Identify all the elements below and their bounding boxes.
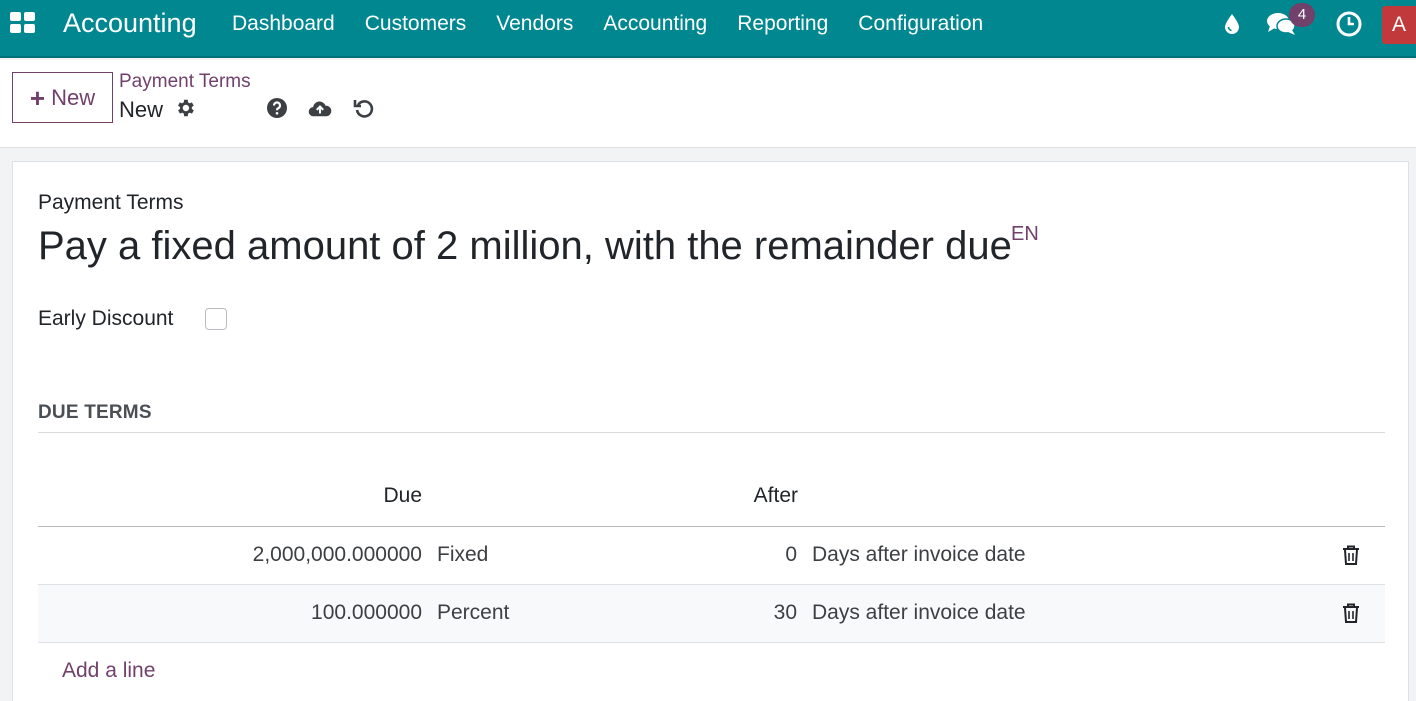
trash-icon[interactable] (1341, 544, 1363, 568)
menu-item-vendors[interactable]: Vendors (496, 12, 573, 36)
trash-icon[interactable] (1341, 602, 1363, 626)
column-header-due[interactable]: Due (368, 484, 422, 508)
discard-icon[interactable] (352, 96, 376, 120)
after-delay-cell[interactable]: Days after invoice date (812, 601, 1026, 625)
due-type-cell[interactable]: Fixed (437, 543, 488, 567)
section-divider (38, 432, 1385, 433)
language-button[interactable]: EN (1011, 223, 1039, 246)
control-panel: + New Payment Terms New (0, 60, 1416, 148)
user-avatar[interactable]: A (1382, 6, 1416, 44)
menu-item-accounting[interactable]: Accounting (603, 12, 707, 36)
breadcrumb-parent[interactable]: Payment Terms (119, 71, 251, 93)
menu-item-configuration[interactable]: Configuration (858, 12, 983, 36)
new-button-label: New (51, 84, 96, 110)
top-navbar: Accounting Dashboard Customers Vendors A… (0, 0, 1416, 58)
plus-icon: + (29, 82, 46, 113)
main-menu: Dashboard Customers Vendors Accounting R… (232, 12, 1013, 36)
menu-item-customers[interactable]: Customers (365, 12, 467, 36)
payment-terms-name-value: Pay a fixed amount of 2 million, with th… (38, 224, 1013, 268)
breadcrumb-current: New (119, 97, 164, 122)
after-delay-cell[interactable]: Days after invoice date (812, 543, 1026, 567)
payment-terms-name-field[interactable]: Pay a fixed amount of 2 million, with th… (38, 218, 1013, 274)
new-button[interactable]: + New (12, 72, 113, 123)
help-icon[interactable] (265, 96, 289, 120)
cloud-upload-icon[interactable] (308, 96, 332, 120)
payment-terms-label: Payment Terms (38, 191, 184, 214)
menu-item-dashboard[interactable]: Dashboard (232, 12, 335, 36)
after-days-cell[interactable]: 0 (698, 543, 797, 567)
table-row[interactable]: 100.000000 Percent 30 Days after invoice… (38, 585, 1385, 643)
app-brand[interactable]: Accounting (63, 8, 197, 39)
after-days-cell[interactable]: 30 (698, 601, 797, 625)
due-value-cell[interactable]: 100.000000 (38, 601, 422, 625)
early-discount-checkbox[interactable] (205, 308, 227, 330)
add-line-link[interactable]: Add a line (62, 659, 155, 683)
apps-menu-icon[interactable] (10, 12, 36, 34)
early-discount-label: Early Discount (38, 307, 174, 330)
menu-item-reporting[interactable]: Reporting (737, 12, 828, 36)
table-row[interactable]: 2,000,000.000000 Fixed 0 Days after invo… (38, 527, 1385, 585)
due-value-cell[interactable]: 2,000,000.000000 (38, 543, 422, 567)
droplet-icon[interactable] (1220, 0, 1244, 48)
form-sheet: Payment Terms Pay a fixed amount of 2 mi… (12, 161, 1409, 701)
clock-icon[interactable] (1336, 0, 1362, 48)
chat-count-badge: 4 (1289, 3, 1315, 27)
gear-icon[interactable] (173, 96, 197, 120)
due-terms-section-title: DUE TERMS (38, 402, 152, 423)
column-header-after[interactable]: After (728, 484, 798, 508)
due-type-cell[interactable]: Percent (437, 601, 509, 625)
